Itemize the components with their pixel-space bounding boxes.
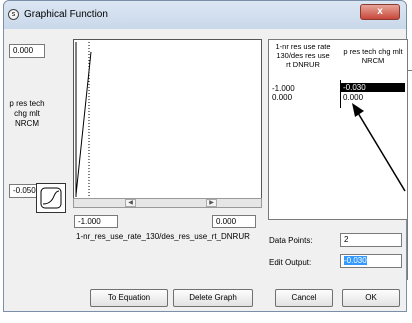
graph-shape-icon[interactable] (36, 183, 66, 213)
table-row-1-y[interactable]: -0.030 (341, 83, 405, 92)
x-max-field[interactable]: 0.000 (212, 215, 256, 228)
y-axis-label: p res tech chg mlt NRCM (9, 99, 45, 128)
app-icon: s (8, 9, 19, 20)
data-points-label: Data Points: (269, 236, 313, 245)
annotation-arrow (352, 103, 406, 192)
edit-output-value: -0.030 (344, 256, 367, 265)
table-col2-header: p res tech chg mlt NRCM (343, 47, 403, 65)
graph-plot-area[interactable] (73, 39, 262, 208)
edit-output-field[interactable]: -0.030 (340, 254, 402, 268)
graphical-function-dialog: s Graphical Function x 0.000 p res tech … (3, 0, 408, 312)
scroll-right-button[interactable]: ▶ (206, 199, 217, 207)
table-row-2-x[interactable]: 0.000 (272, 93, 292, 102)
data-points-field[interactable]: 2 (340, 233, 402, 247)
graph-svg (75, 42, 92, 197)
horizontal-scrollbar[interactable]: ◀ ▶ (73, 198, 262, 208)
table-row-1-x[interactable]: -1.000 (272, 84, 295, 93)
delete-graph-button[interactable]: Delete Graph (173, 289, 253, 307)
to-equation-button[interactable]: To Equation (90, 289, 168, 307)
scroll-left-button[interactable]: ◀ (125, 199, 136, 207)
x-min-field[interactable]: -1.000 (74, 215, 118, 228)
cancel-button[interactable]: Cancel (275, 289, 333, 307)
window-title: Graphical Function (24, 9, 108, 20)
table-col1-header: 1-nr res use rate 130/des res use rt DNR… (275, 42, 331, 69)
curve-shape-icon (40, 187, 62, 209)
close-button[interactable]: x (360, 4, 400, 20)
edit-output-label: Edit Output: (269, 258, 312, 267)
title-bar: s Graphical Function x (4, 1, 406, 29)
y-max-field[interactable]: 0.000 (9, 44, 45, 58)
x-axis-label: 1-nr_res_use_rate_130/des_res_use_rt_DNR… (76, 232, 250, 241)
ok-button[interactable]: OK (342, 289, 400, 307)
